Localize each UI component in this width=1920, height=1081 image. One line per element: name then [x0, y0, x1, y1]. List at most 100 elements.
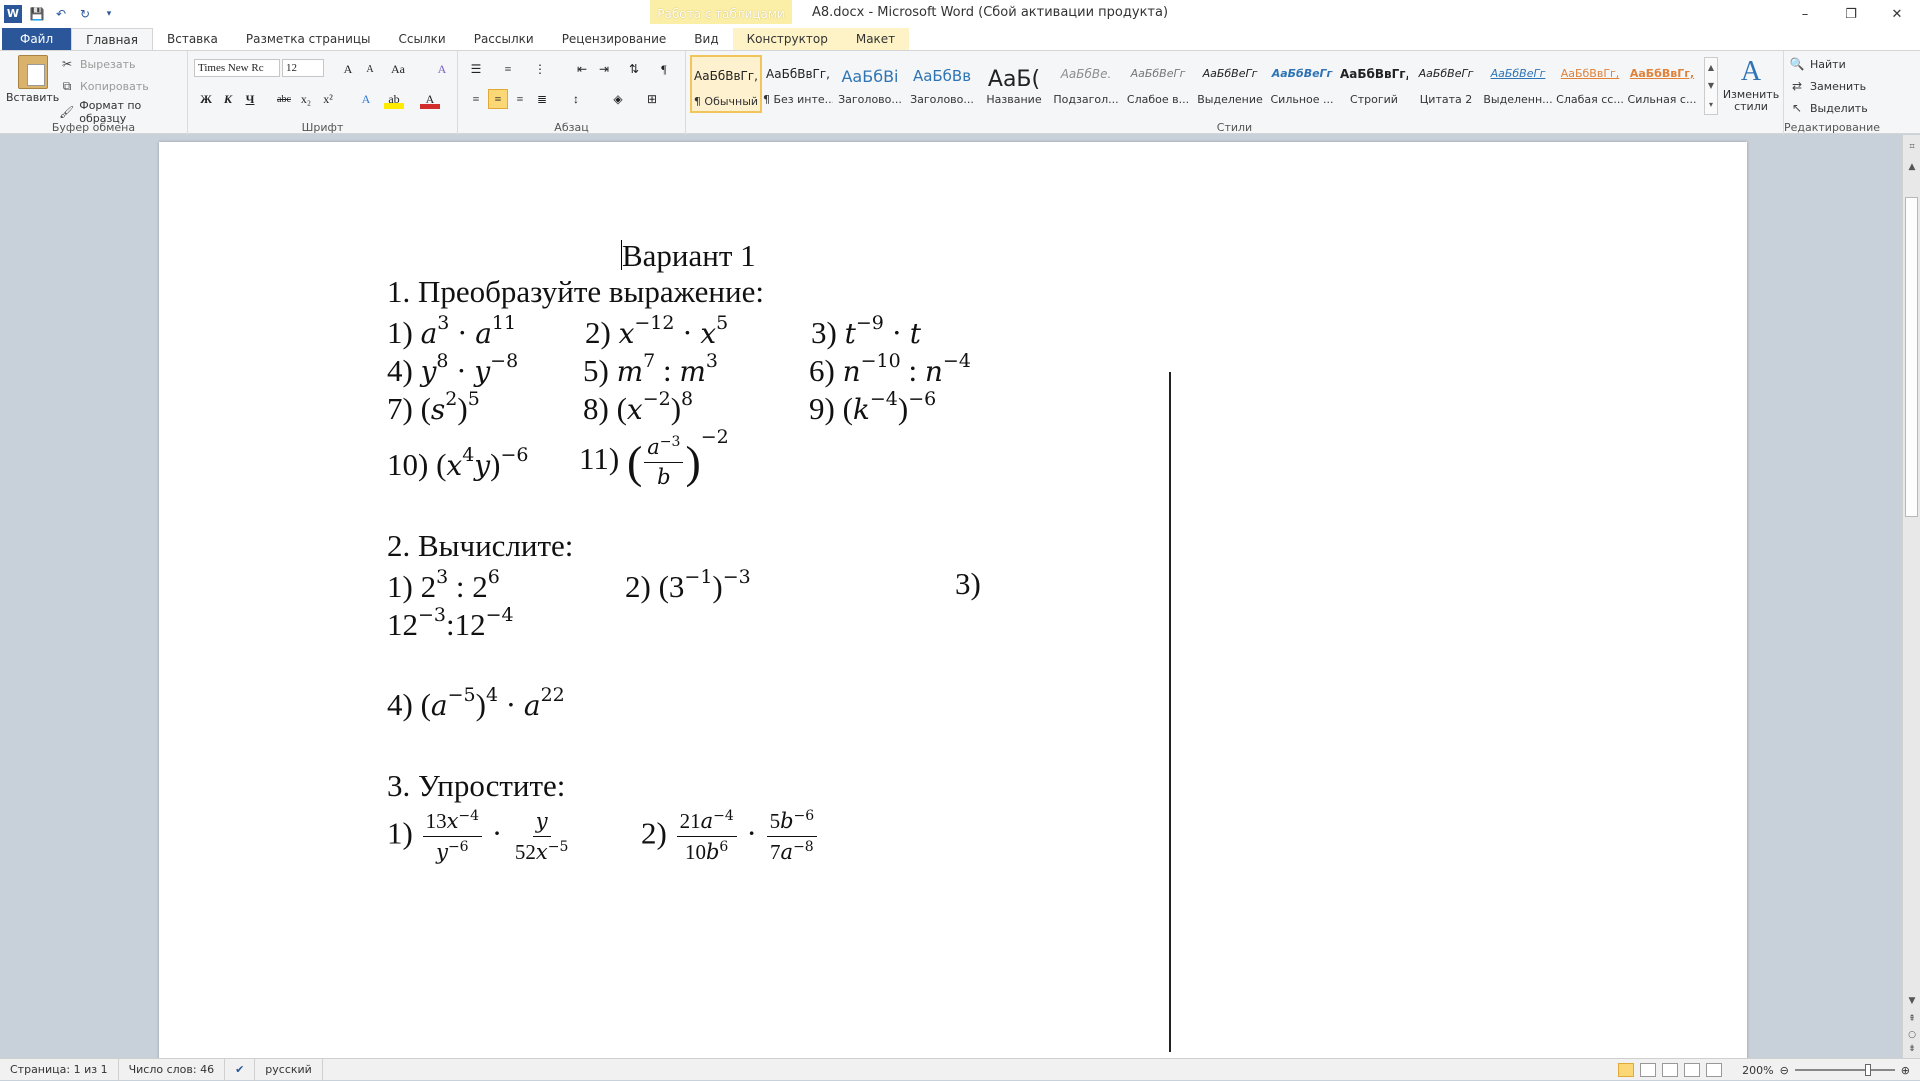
save-icon[interactable]: 💾 — [28, 5, 46, 23]
align-center-icon[interactable]: ≡ — [488, 89, 508, 109]
expr-1-1[interactable]: 1) a3 · a11 — [387, 312, 516, 351]
font-size-box[interactable]: 12 — [282, 59, 324, 77]
tab-home[interactable]: Главная — [71, 28, 153, 50]
underline-button[interactable]: Ч — [240, 89, 260, 109]
undo-icon[interactable]: ↶ — [52, 5, 70, 23]
print-layout-view-icon[interactable] — [1618, 1063, 1635, 1077]
style-subtle-reference[interactable]: АаБбВвГг, Слабая сс... — [1554, 55, 1626, 113]
proofing-icon[interactable]: ✔ — [225, 1058, 256, 1081]
numbering-icon[interactable]: ≡ — [498, 59, 518, 79]
expr-1-3[interactable]: 3) t−9 · t — [811, 312, 921, 351]
borders-icon[interactable]: ⊞ — [642, 89, 662, 109]
bullets-icon[interactable]: ☰ — [466, 59, 486, 79]
document-page[interactable]: Вариант 1 1. Преобразуйте выражение: 1) … — [159, 142, 1747, 1058]
section3-heading[interactable]: 3. Упростите: — [387, 768, 565, 804]
tab-insert[interactable]: Вставка — [153, 28, 232, 50]
variant-title[interactable]: Вариант 1 — [621, 238, 756, 274]
section1-heading[interactable]: 1. Преобразуйте выражение: — [387, 274, 764, 310]
clear-formatting-button[interactable]: A — [432, 59, 452, 79]
expr-1-11[interactable]: 11) (a−3 b)−2 — [579, 426, 729, 490]
tab-design[interactable]: Конструктор — [732, 28, 842, 50]
text-effects-button[interactable]: A — [356, 89, 376, 109]
chevron-down-icon[interactable]: ▼ — [1708, 81, 1714, 90]
style-subtitle[interactable]: АаБбВе. Подзагол... — [1050, 55, 1122, 113]
font-color-button[interactable]: A — [420, 89, 440, 109]
paste-button[interactable]: Вставить — [6, 55, 59, 104]
tab-references[interactable]: Ссылки — [385, 28, 460, 50]
document-area[interactable]: Вариант 1 1. Преобразуйте выражение: 1) … — [0, 135, 1902, 1058]
zoom-in-icon[interactable]: ⊕ — [1901, 1064, 1910, 1077]
line-spacing-icon[interactable]: ↕ — [566, 89, 586, 109]
draft-view-icon[interactable] — [1706, 1063, 1723, 1077]
style-subtle-emphasis[interactable]: АаБбВеГг Слабое в... — [1122, 55, 1194, 113]
style-strong[interactable]: АаБбВвГг, Строгий — [1338, 55, 1410, 113]
expr-1-5[interactable]: 5) m7 : m3 — [583, 350, 718, 389]
style-quote2[interactable]: АаБбВеГг Цитата 2 — [1410, 55, 1482, 113]
expr-1-9[interactable]: 9) (k−4)−6 — [809, 388, 936, 427]
scrollbar-thumb[interactable] — [1905, 197, 1918, 517]
style-intense-emphasis[interactable]: АаБбВеГг Сильное ... — [1266, 55, 1338, 113]
page-indicator[interactable]: Страница: 1 из 1 — [0, 1058, 119, 1081]
chevron-up-icon[interactable]: ▲ — [1708, 63, 1714, 72]
ruler-toggle-icon[interactable]: ⌗ — [1903, 139, 1920, 155]
italic-button[interactable]: К — [218, 89, 238, 109]
zoom-level[interactable]: 200% — [1742, 1064, 1773, 1077]
tab-file[interactable]: Файл — [2, 28, 72, 50]
increase-indent-icon[interactable]: ⇥ — [594, 59, 614, 79]
outline-view-icon[interactable] — [1684, 1063, 1701, 1077]
vertical-scrollbar[interactable]: ⌗ ▲ ▼ ⇞ ○ ⇟ — [1902, 135, 1920, 1058]
expr-1-8[interactable]: 8) (x−2)8 — [583, 388, 693, 427]
find-button[interactable]: 🔍 Найти — [1788, 55, 1846, 73]
tab-page-layout[interactable]: Разметка страницы — [232, 28, 385, 50]
change-case-button[interactable]: Aa — [388, 59, 408, 79]
prev-page-icon[interactable]: ⇞ — [1903, 1011, 1920, 1027]
tab-view[interactable]: Вид — [680, 28, 732, 50]
expr-3-1[interactable]: 1) 13x−4 y−6 · y 52x−5 — [387, 808, 573, 865]
superscript-button[interactable]: x² — [318, 89, 338, 109]
expr-1-6[interactable]: 6) n−10 : n−4 — [809, 350, 971, 389]
subscript-button[interactable]: x₂ — [296, 89, 316, 109]
multilevel-list-icon[interactable]: ⋮ — [530, 59, 550, 79]
tab-review[interactable]: Рецензирование — [548, 28, 681, 50]
style-emphasis[interactable]: АаБбВеГг Выделение — [1194, 55, 1266, 113]
style-intense-quote[interactable]: АаБбВеГг Выделенн... — [1482, 55, 1554, 113]
align-left-icon[interactable]: ≡ — [466, 89, 486, 109]
expr-2-2[interactable]: 2) (3−1)−3 — [625, 566, 751, 605]
replace-button[interactable]: ⇄ Заменить — [1788, 77, 1866, 95]
show-marks-icon[interactable]: ¶ — [654, 59, 674, 79]
zoom-slider-knob[interactable] — [1864, 1064, 1871, 1076]
style-title[interactable]: АаБ( Название — [978, 55, 1050, 113]
scroll-down-icon[interactable]: ▼ — [1903, 993, 1920, 1009]
expr-1-7[interactable]: 7) (s2)5 — [387, 388, 480, 427]
copy-button[interactable]: ⧉ Копировать — [58, 77, 149, 95]
cut-button[interactable]: ✂ Вырезать — [58, 55, 136, 73]
expr-1-4[interactable]: 4) y8 · y−8 — [387, 350, 518, 389]
section2-heading[interactable]: 2. Вычислите: — [387, 528, 573, 564]
style-heading1[interactable]: АаБбВі Заголово... — [834, 55, 906, 113]
justify-icon[interactable]: ≣ — [532, 89, 552, 109]
tab-mailings[interactable]: Рассылки — [460, 28, 548, 50]
style-heading2[interactable]: АаБбВв Заголово... — [906, 55, 978, 113]
word-count[interactable]: Число слов: 46 — [119, 1058, 226, 1081]
expr-2-3[interactable]: 12−3:12−4 — [387, 604, 514, 643]
sort-icon[interactable]: ⇅ — [624, 59, 644, 79]
style-normal[interactable]: АаБбВвГг, ¶ Обычный — [690, 55, 762, 113]
shrink-font-button[interactable]: A — [360, 59, 380, 79]
full-screen-view-icon[interactable] — [1640, 1063, 1657, 1077]
decrease-indent-icon[interactable]: ⇤ — [572, 59, 592, 79]
select-button[interactable]: ↖ Выделить — [1788, 99, 1868, 117]
style-no-spacing[interactable]: АаБбВвГг, ¶ Без инте... — [762, 55, 834, 113]
expr-1-2[interactable]: 2) x−12 · x5 — [585, 312, 728, 351]
more-icon[interactable]: ▾ — [1709, 100, 1713, 109]
expr-2-3-number[interactable]: 3) — [955, 566, 981, 602]
next-page-icon[interactable]: ⇟ — [1903, 1041, 1920, 1057]
shading-icon[interactable]: ◈ — [608, 89, 628, 109]
style-intense-reference[interactable]: АаБбВвГг, Сильная с... — [1626, 55, 1698, 113]
expr-2-1[interactable]: 1) 23 : 26 — [387, 566, 500, 605]
strikethrough-button[interactable]: abc — [274, 89, 294, 109]
expr-2-4[interactable]: 4) (a−5)4 · a22 — [387, 684, 565, 723]
font-name-box[interactable]: Times New Rc — [194, 59, 280, 77]
redo-icon[interactable]: ↻ — [76, 5, 94, 23]
zoom-slider[interactable] — [1794, 1064, 1895, 1076]
zoom-out-icon[interactable]: ⊖ — [1780, 1064, 1789, 1077]
